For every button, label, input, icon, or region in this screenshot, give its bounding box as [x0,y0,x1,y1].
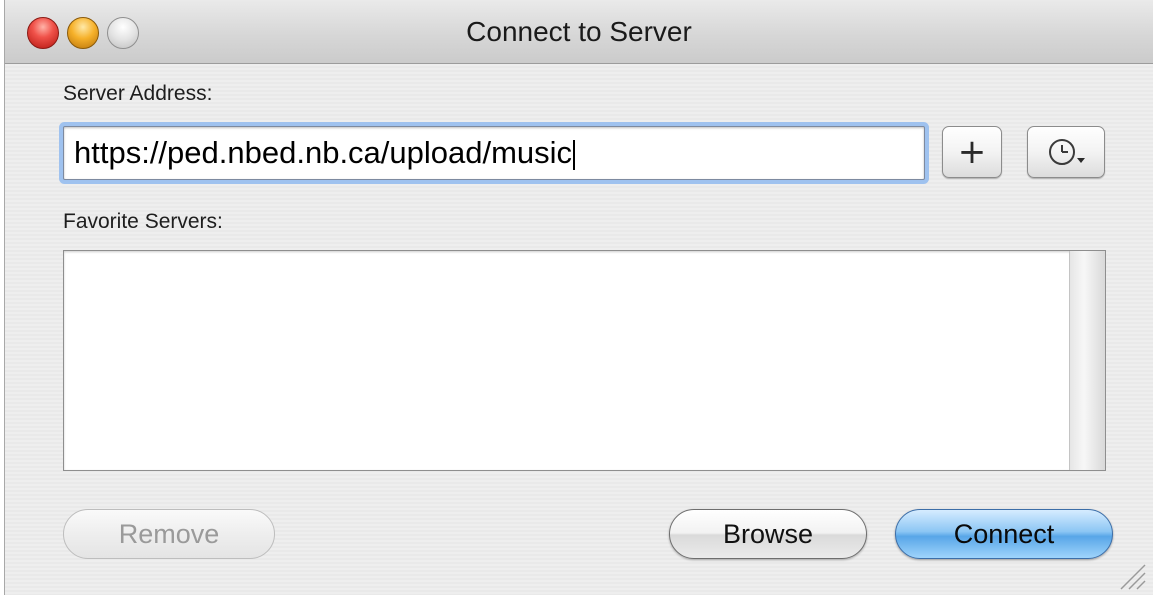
favorite-servers-label: Favorite Servers: [63,210,223,233]
server-address-input[interactable]: https://ped.nbed.nb.ca/upload/music [63,126,925,180]
plus-icon: + [957,132,987,172]
list-scrollbar[interactable] [1069,251,1105,470]
favorite-servers-list[interactable] [63,250,1106,471]
server-address-label: Server Address: [63,82,213,105]
connect-to-server-window: Connect to Server Server Address: https:… [4,0,1153,595]
title-bar[interactable]: Connect to Server [5,0,1153,64]
clock-icon [1049,139,1085,165]
connect-button[interactable]: Connect [895,509,1113,559]
add-favorite-button[interactable]: + [942,126,1002,178]
recent-servers-button[interactable] [1027,126,1105,178]
remove-button[interactable]: Remove [63,509,275,559]
browse-button[interactable]: Browse [669,509,867,559]
server-address-value: https://ped.nbed.nb.ca/upload/music [74,135,573,170]
window-title: Connect to Server [466,16,692,47]
resize-grip-icon[interactable] [1117,561,1147,591]
text-caret [573,139,576,170]
